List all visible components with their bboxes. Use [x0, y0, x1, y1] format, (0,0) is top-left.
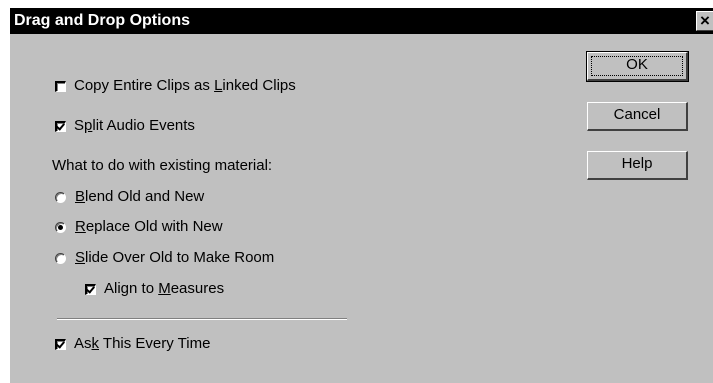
blend-label: Blend Old and New — [75, 188, 205, 205]
replace-option[interactable]: Replace Old with New — [55, 218, 223, 236]
ask-every-time-option[interactable]: Ask This Every Time — [55, 335, 210, 353]
drag-drop-options-dialog: Drag and Drop Options × Copy Entire Clip… — [9, 8, 713, 383]
dialog-title: Drag and Drop Options — [14, 12, 190, 29]
existing-material-label: What to do with existing material: — [52, 157, 273, 174]
close-button[interactable]: × — [696, 11, 713, 31]
copy-clips-label: Copy Entire Clips as Linked Clips — [74, 77, 296, 94]
align-measures-option[interactable]: Align to Measures — [85, 280, 224, 298]
replace-label: Replace Old with New — [75, 218, 223, 235]
blend-radio[interactable] — [55, 191, 66, 203]
cancel-button[interactable]: Cancel — [587, 102, 688, 131]
replace-radio[interactable] — [55, 221, 66, 233]
split-audio-label: Split Audio Events — [74, 117, 195, 134]
slide-option[interactable]: Slide Over Old to Make Room — [55, 249, 274, 267]
ask-every-time-checkbox[interactable] — [55, 338, 66, 350]
copy-clips-checkbox[interactable] — [55, 80, 66, 92]
ask-every-time-label: Ask This Every Time — [74, 335, 211, 352]
align-measures-checkbox[interactable] — [85, 283, 96, 295]
slide-radio[interactable] — [55, 252, 66, 264]
separator — [57, 318, 347, 320]
split-audio-option[interactable]: Split Audio Events — [55, 117, 195, 135]
cancel-label: Cancel — [613, 106, 661, 123]
slide-label: Slide Over Old to Make Room — [75, 249, 275, 266]
title-bar: Drag and Drop Options × — [10, 8, 713, 34]
focus-rect — [591, 56, 683, 76]
copy-clips-option[interactable]: Copy Entire Clips as Linked Clips — [55, 77, 296, 95]
blend-option[interactable]: Blend Old and New — [55, 188, 204, 206]
close-icon: × — [700, 11, 710, 30]
split-audio-checkbox[interactable] — [55, 120, 66, 132]
ok-button[interactable]: OK — [586, 51, 689, 82]
help-button[interactable]: Help — [587, 151, 688, 180]
align-measures-label: Align to Measures — [104, 280, 225, 297]
help-label: Help — [621, 155, 653, 172]
